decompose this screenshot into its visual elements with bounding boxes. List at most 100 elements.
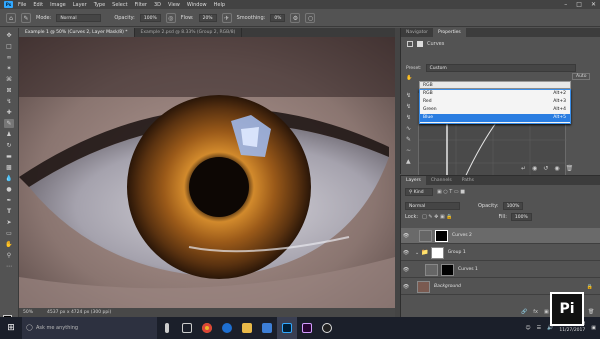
pressure-size-icon[interactable]: ○ [305, 12, 316, 23]
people-icon[interactable]: ☺ [525, 325, 530, 331]
document-canvas[interactable] [19, 37, 395, 308]
link-icon[interactable]: 🔗 [521, 309, 527, 315]
eyedropper-icon[interactable]: ↯ [4, 97, 14, 106]
smoothing-field[interactable]: 0% [270, 13, 286, 22]
fx-icon[interactable]: fx [533, 309, 538, 315]
fill-field[interactable]: 100% [510, 213, 532, 221]
menu-edit[interactable]: Edit [33, 2, 43, 8]
windows-icon[interactable]: ⊞ [0, 317, 22, 339]
menu-3d[interactable]: 3D [154, 2, 161, 8]
text-icon[interactable]: T [4, 207, 14, 216]
file-explorer-icon[interactable] [237, 317, 257, 339]
eye-icon[interactable]: 👁 [401, 267, 411, 273]
menu-help[interactable]: Help [214, 2, 225, 8]
gradient-icon[interactable]: ▩ [4, 163, 14, 172]
channel-option-rgb[interactable]: RGB Alt+2 [420, 90, 570, 98]
chrome-icon[interactable] [197, 317, 217, 339]
menu-view[interactable]: View [168, 2, 180, 8]
premiere-icon[interactable] [297, 317, 317, 339]
microphone-icon[interactable] [157, 317, 177, 339]
smooth-icon[interactable]: ∼ [406, 145, 414, 156]
tab-channels[interactable]: Channels [426, 176, 457, 185]
preset-dropdown[interactable]: Custom [425, 64, 576, 72]
notifications-icon[interactable]: ▣ [591, 325, 596, 331]
channel-option-red[interactable]: Red Alt+3 [420, 98, 570, 106]
blend-mode-dropdown[interactable]: Normal [405, 202, 460, 210]
frame-icon[interactable]: ⊠ [4, 86, 14, 95]
tab-example-2[interactable]: Example 2.psd @ 8.33% (Group 2, RGB/8) [135, 28, 243, 37]
menu-window[interactable]: Window [187, 2, 207, 8]
home-icon[interactable]: ⌂ [6, 12, 16, 23]
clip-icon[interactable]: ↵ [521, 165, 526, 172]
filter-kind-dropdown[interactable]: ⚲ Kind [405, 188, 433, 196]
opacity-field[interactable]: 100% [139, 13, 161, 22]
maximize-icon[interactable]: □ [576, 1, 582, 8]
brush-icon[interactable]: ✎ [4, 119, 14, 128]
quick-select-icon[interactable]: ✶ [4, 64, 14, 73]
brush-preset-icon[interactable]: ✎ [21, 12, 31, 23]
task-view-icon[interactable] [177, 317, 197, 339]
crop-icon[interactable]: ⌘ [4, 75, 14, 84]
reset-icon[interactable]: ↺ [543, 165, 548, 172]
pen-icon[interactable]: ✒ [4, 196, 14, 205]
settings-gear-icon[interactable]: ⚙ [290, 12, 301, 23]
trash-icon[interactable]: 🗑 [566, 165, 574, 172]
menu-layer[interactable]: Layer [73, 2, 87, 8]
tab-properties[interactable]: Properties [433, 28, 466, 37]
channel-option-blue[interactable]: Blue Alt+5 [420, 114, 570, 122]
chevron-down-icon[interactable]: ⌄ [415, 250, 419, 256]
move-icon[interactable]: ✥ [4, 31, 14, 40]
mode-dropdown[interactable]: Normal [56, 13, 102, 22]
tab-example-1[interactable]: Example 1 @ 50% (Curves 2, Layer Mask/8)… [19, 28, 135, 37]
pencil-icon[interactable]: ✎ [406, 134, 414, 145]
search-box[interactable]: ◯ Ask me anything [22, 317, 157, 339]
tab-navigator[interactable]: Navigator [401, 28, 433, 37]
histogram-icon[interactable]: ▲ [406, 156, 414, 167]
zoom-level[interactable]: 50% [23, 308, 33, 317]
store-icon[interactable] [257, 317, 277, 339]
layer-row-group-1[interactable]: 👁 ⌄ 📁 Group 1 [401, 245, 600, 261]
layer-row-curves-2[interactable]: 👁 Curves 2 [401, 228, 600, 244]
menu-file[interactable]: File [18, 2, 26, 8]
white-point-eyedropper-icon[interactable]: ↯ [406, 112, 414, 123]
hand-icon[interactable]: ✋ [4, 240, 14, 249]
network-icon[interactable]: ☰ [537, 325, 541, 331]
gray-point-eyedropper-icon[interactable]: ↯ [406, 101, 414, 112]
menu-image[interactable]: Image [50, 2, 66, 8]
edit-toolbar-icon[interactable]: ⋯ [4, 262, 14, 271]
edge-icon[interactable] [217, 317, 237, 339]
shape-icon[interactable]: ▭ [4, 229, 14, 238]
eye-icon[interactable]: 👁 [401, 250, 411, 256]
filter-icons[interactable]: ▣ ○ T ▭ ■ [437, 189, 465, 195]
tab-layers[interactable]: Layers [401, 176, 426, 185]
healing-icon[interactable]: ✚ [4, 108, 14, 117]
group-mask-thumbnail[interactable] [430, 246, 444, 259]
blur-icon[interactable]: 💧 [4, 174, 14, 183]
channel-dropdown[interactable]: RGB [419, 81, 571, 89]
channel-option-green[interactable]: Green Alt+4 [420, 106, 570, 114]
flow-field[interactable]: 20% [198, 13, 217, 22]
menu-filter[interactable]: Filter [135, 2, 147, 8]
lasso-icon[interactable]: ∞ [4, 53, 14, 62]
photoshop-taskbar-icon[interactable] [277, 317, 297, 339]
layer-mask-thumbnail[interactable] [441, 263, 454, 276]
lock-icons[interactable]: □ ✎ ✥ ▣ 🔒 [422, 214, 452, 220]
obs-icon[interactable] [317, 317, 337, 339]
add-mask-icon[interactable]: ▣ [544, 309, 549, 315]
dodge-icon[interactable]: ● [4, 185, 14, 194]
marquee-icon[interactable]: □ [4, 42, 14, 51]
view-previous-icon[interactable]: ◉ [532, 165, 537, 172]
history-brush-icon[interactable]: ↻ [4, 141, 14, 150]
mask-icon[interactable] [417, 41, 423, 47]
layer-opacity-field[interactable]: 100% [502, 202, 524, 210]
curve-point-icon[interactable]: ∿ [406, 123, 414, 134]
close-icon[interactable]: ✕ [591, 1, 596, 8]
menu-select[interactable]: Select [112, 2, 127, 8]
minimize-icon[interactable]: – [564, 1, 567, 8]
stamp-icon[interactable]: ♟ [4, 130, 14, 139]
eye-icon[interactable]: 👁 [401, 284, 411, 290]
tab-paths[interactable]: Paths [457, 176, 479, 185]
menu-type[interactable]: Type [94, 2, 105, 8]
auto-button[interactable]: Auto [572, 73, 591, 80]
trash-icon[interactable]: 🗑 [588, 309, 594, 315]
